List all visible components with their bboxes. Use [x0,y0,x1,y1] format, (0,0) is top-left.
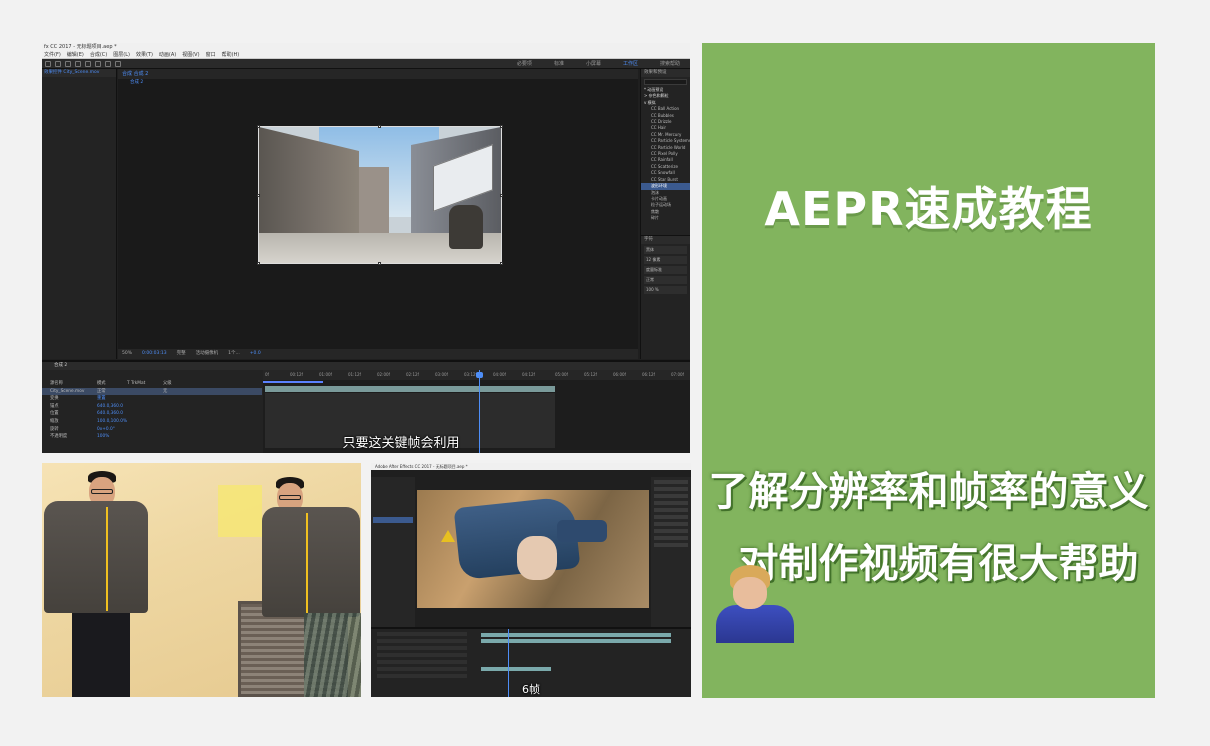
video-subtitle-small: 6帧 [522,683,540,696]
text-tool-icon[interactable] [95,60,101,67]
views-dropdown[interactable]: 1个... [228,349,240,359]
vertical-scale-field[interactable]: 100 % [644,286,687,294]
composition-viewer-small[interactable] [417,490,649,608]
comp-tabs: 合成 合成 2 [118,69,638,79]
exposure-value[interactable]: +0.0 [250,349,261,359]
layer-duration-bar[interactable] [265,386,555,392]
character-panel-title: 字符 [641,236,690,244]
warning-sticker-icon [441,530,455,542]
transform-handle[interactable] [378,125,381,128]
menu-help[interactable]: 帮助(H) [222,51,240,58]
transform-handle[interactable] [500,262,503,265]
motion-blur-legs [304,613,361,697]
current-time-indicator[interactable] [476,372,483,378]
transform-property-row[interactable]: 位置 640.0,360.0 [42,410,262,418]
effects-search-input[interactable] [644,79,687,85]
workspace-standard[interactable]: 标准 [554,60,564,67]
layer-duration-bar[interactable] [481,667,551,671]
font-size-field[interactable]: 12 像素 [644,256,687,264]
menu-edit[interactable]: 编辑(E) [67,51,84,58]
promo-caption-line-1: 了解分辨率和帧率的意义 [708,469,1149,515]
magnification-dropdown[interactable]: 50% [122,349,132,359]
effects-and-presets-panel: 效果和预设 * 动画预设 > 杂色和颗粒 v 模拟 CC Ball Action… [640,69,690,359]
layer-duration-bar[interactable] [481,639,671,643]
thumbnail-collage: fx CC 2017 - 无标题项目.aep * 文件(F) 编辑(E) 合成(… [0,0,1210,746]
comp-tab[interactable]: 合成 合成 2 [122,69,148,79]
project-panel: 效果控件 City_Scene.mov [42,69,117,359]
kerning-field[interactable]: 度量标准 [644,266,687,274]
resolution-dropdown[interactable]: 完整 [177,349,186,359]
hand-tool-icon[interactable] [55,60,61,67]
comp-breadcrumb[interactable]: 合成 2 [118,79,638,87]
character-panel: 字符 黑体 12 像素 度量标准 正常 100 % [641,235,690,359]
transform-property-row[interactable]: 变换 重置 [42,395,262,403]
window-title-small: Adobe After Effects CC 2017 - 无标题项目.aep … [371,463,691,470]
effects-panel-title: 效果和预设 [641,69,690,77]
menu-window[interactable]: 窗口 [206,51,216,58]
timeline-tab[interactable]: 合成 2 [42,362,690,370]
zoom-tool-icon[interactable] [65,60,71,67]
font-style-field[interactable]: 正常 [644,276,687,284]
puppet-tool-icon[interactable] [115,60,121,67]
effect-controls-tab[interactable]: 效果控件 City_Scene.mov [42,69,116,77]
transform-handle[interactable] [500,194,503,197]
menu-animation[interactable]: 动画(A) [159,51,176,58]
menu-effect[interactable]: 效果(T) [136,51,153,58]
after-effects-screenshot-main: fx CC 2017 - 无标题项目.aep * 文件(F) 编辑(E) 合成(… [42,43,690,453]
rotate-tool-icon[interactable] [75,60,81,67]
course-title: AEPR速成教程 [764,182,1093,236]
menu-composition[interactable]: 合成(C) [90,51,107,58]
composition-panel: 合成 合成 2 合成 2 50% 0:00:03:13 完整 活动摄像机 1个.… [118,69,638,359]
work-area-bar[interactable] [263,381,323,383]
layer-parent-dropdown[interactable]: 无 [163,388,167,396]
pen-tool-icon[interactable] [85,60,91,67]
effect-item[interactable]: 碎片 [641,215,690,221]
viewer-controls-bar: 50% 0:00:03:13 完整 活动摄像机 1个... +0.0 [118,349,638,359]
search-help[interactable]: 搜索帮助 [660,60,680,67]
person-left [44,469,154,697]
tools-toolbar: 必要项 标准 小屏幕 工作区 搜索帮助 [42,59,690,69]
transform-property-row[interactable]: 缩放 100.0,100.0% [42,418,262,426]
transform-handle[interactable] [378,262,381,265]
after-effects-screenshot-small: Adobe After Effects CC 2017 - 无标题项目.aep … [371,463,691,697]
menu-view[interactable]: 视图(V) [182,51,199,58]
promo-panel: AEPR速成教程 了解分辨率和帧率的意义 对制作视频有很大帮助 [702,43,1155,698]
workspace-active[interactable]: 工作区 [623,60,638,67]
current-time-display[interactable]: 0:00:03:13 [142,349,167,359]
selection-tool-icon[interactable] [45,60,51,67]
layer-duration-bar[interactable] [481,633,671,637]
layer-header-row: 源名称 模式 T TrkMat 父级 [50,381,172,386]
workspace-switcher: 必要项 标准 小屏幕 工作区 搜索帮助 [517,60,690,67]
brush-tool-icon[interactable] [105,60,111,67]
transform-handle[interactable] [257,125,260,128]
effects-panel-small [651,477,691,627]
two-people-photo [42,463,361,697]
window-title: fx CC 2017 - 无标题项目.aep * [42,43,690,51]
transform-handle[interactable] [257,262,260,265]
menu-layer[interactable]: 图层(L) [113,51,130,58]
project-panel-small [371,477,415,627]
layer-row[interactable]: City_Scene.mov 正常 无 [42,387,262,396]
composition-viewer-frame[interactable] [258,126,502,264]
video-subtitle: 只要这关键帧会利用 [342,436,460,451]
reaction-kid-sticker [716,565,794,643]
workspace-essentials[interactable]: 必要项 [517,60,532,67]
transform-property-row[interactable]: 锚点 640.0,360.0 [42,403,262,411]
transform-handle[interactable] [500,125,503,128]
font-family-dropdown[interactable]: 黑体 [644,246,687,254]
menu-bar: 文件(F) 编辑(E) 合成(C) 图层(L) 效果(T) 动画(A) 视图(V… [42,51,690,59]
workspace-small-screen[interactable]: 小屏幕 [586,60,601,67]
menu-file[interactable]: 文件(F) [44,51,61,58]
layer-mode-dropdown[interactable]: 正常 [97,388,127,396]
camera-dropdown[interactable]: 活动摄像机 [196,349,219,359]
transform-handle[interactable] [257,194,260,197]
